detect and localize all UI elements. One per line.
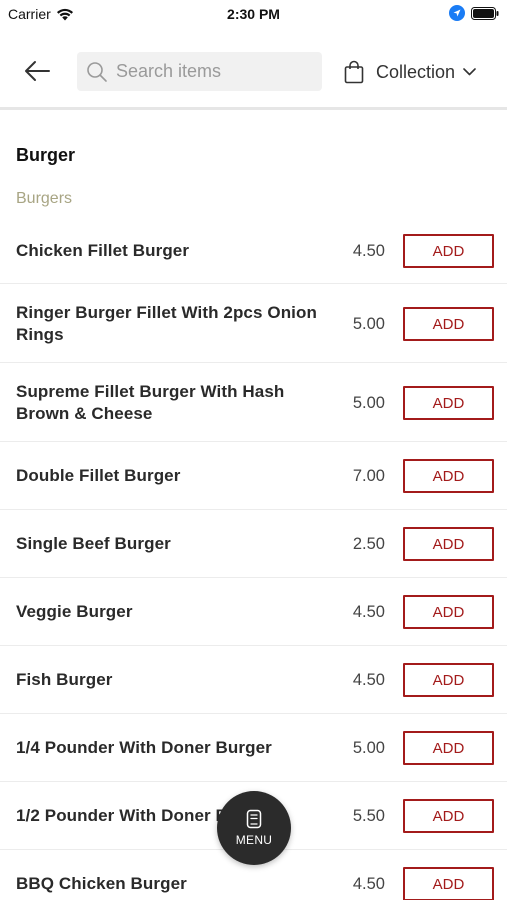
chevron-down-icon [463, 68, 476, 76]
item-price: 5.00 [352, 394, 385, 412]
header-bar: Collection [0, 40, 507, 110]
list-item: Supreme Fillet Burger With Hash Brown & … [0, 363, 507, 442]
list-item: Veggie Burger 4.50 ADD [0, 578, 507, 646]
list-item: Ringer Burger Fillet With 2pcs Onion Rin… [0, 284, 507, 363]
item-price: 5.00 [352, 315, 385, 333]
item-name: Fish Burger [16, 670, 113, 689]
item-name: 1/4 Pounder With Doner Burger [16, 738, 272, 757]
search-input[interactable] [116, 61, 306, 82]
clock: 2:30 PM [227, 6, 280, 22]
item-price: 4.50 [352, 603, 385, 621]
list-item: Double Fillet Burger 7.00 ADD [0, 442, 507, 510]
add-button[interactable]: ADD [403, 663, 494, 697]
subsection-title: Burgers [16, 190, 73, 207]
add-button[interactable]: ADD [403, 386, 494, 420]
item-price: 5.50 [352, 807, 385, 825]
section-title: Burger [16, 145, 76, 165]
add-button[interactable]: ADD [403, 867, 494, 900]
battery-icon [471, 6, 499, 20]
arrow-left-icon [25, 61, 50, 81]
item-name: Veggie Burger [16, 602, 133, 621]
item-price: 2.50 [352, 535, 385, 553]
item-price: 7.00 [352, 467, 385, 485]
list-item: Fish Burger 4.50 ADD [0, 646, 507, 714]
item-price: 4.50 [352, 875, 385, 893]
search-box[interactable] [77, 52, 322, 91]
add-button[interactable]: ADD [403, 731, 494, 765]
collection-label: Collection [376, 61, 456, 82]
list-item: Chicken Fillet Burger 4.50 ADD [0, 217, 507, 284]
item-name: BBQ Chicken Burger [16, 874, 187, 893]
item-name: Chicken Fillet Burger [16, 241, 190, 260]
add-button[interactable]: ADD [403, 527, 494, 561]
location-icon [449, 5, 465, 21]
list-item: 1/4 Pounder With Doner Burger 5.00 ADD [0, 714, 507, 782]
add-button[interactable]: ADD [403, 595, 494, 629]
add-button[interactable]: ADD [403, 459, 494, 493]
item-price: 4.50 [352, 242, 385, 260]
menu-fab-label: MENU [235, 833, 273, 847]
menu-card-icon [246, 809, 262, 829]
back-button[interactable] [20, 54, 54, 88]
list-item: Single Beef Burger 2.50 ADD [0, 510, 507, 578]
item-name: Double Fillet Burger [16, 466, 181, 485]
status-bar: Carrier 2:30 PM [0, 0, 507, 28]
item-name: Ringer Burger Fillet With 2pcs Onion Rin… [16, 303, 317, 344]
search-icon [87, 61, 107, 82]
add-button[interactable]: ADD [403, 799, 494, 833]
menu-fab-button[interactable]: MENU [217, 791, 291, 865]
shopping-bag-icon [344, 60, 364, 84]
add-button[interactable]: ADD [403, 234, 494, 268]
item-price: 5.00 [352, 739, 385, 757]
add-button[interactable]: ADD [403, 307, 494, 341]
item-price: 4.50 [352, 671, 385, 689]
status-right [449, 5, 499, 21]
item-name: Supreme Fillet Burger With Hash Brown & … [16, 382, 285, 423]
collection-selector[interactable]: Collection [344, 56, 476, 88]
item-name: Single Beef Burger [16, 534, 171, 553]
